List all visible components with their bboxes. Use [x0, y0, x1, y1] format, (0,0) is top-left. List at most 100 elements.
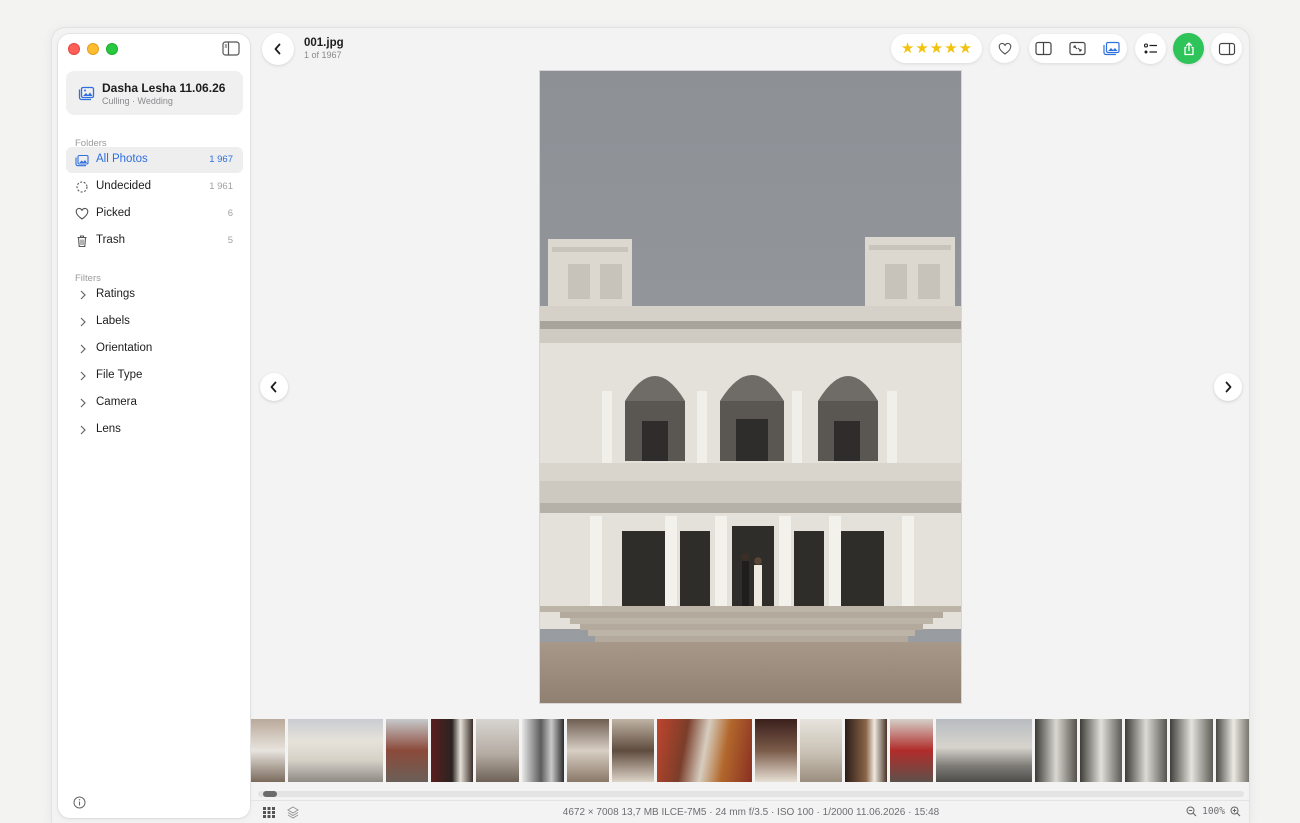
star-icon[interactable]: ★ — [901, 41, 914, 56]
filter-label: Ratings — [96, 288, 135, 300]
metadata-list-button[interactable] — [1135, 33, 1166, 64]
file-name: 001.jpg — [304, 37, 344, 49]
sidebar-item-count: 1 961 — [209, 181, 233, 192]
project-subtitle: Culling · Wedding — [102, 96, 173, 106]
inspector-toggle-button[interactable] — [1211, 33, 1242, 64]
next-photo-button[interactable] — [1214, 373, 1242, 401]
sidebar-item-label: Undecided — [96, 180, 151, 192]
app-window: Dasha Lesha 11.06.26 Culling · Wedding F… — [51, 27, 1250, 823]
list-icon — [1143, 42, 1157, 53]
filmstrip-scrollbar[interactable] — [258, 791, 1244, 797]
chevron-right-icon — [80, 317, 86, 327]
chevron-right-icon — [80, 398, 86, 408]
photos-view-icon[interactable] — [1103, 41, 1120, 56]
main-photo[interactable] — [539, 70, 962, 704]
chevron-right-icon — [80, 344, 86, 354]
filter-orientation[interactable]: Orientation — [66, 336, 243, 362]
thumbnail[interactable] — [800, 719, 842, 782]
close-window-button[interactable] — [68, 43, 80, 55]
thumbnail[interactable] — [612, 719, 654, 782]
share-button[interactable] — [1173, 33, 1204, 64]
chevron-right-icon — [80, 425, 86, 435]
chevron-left-icon — [274, 43, 281, 55]
zoom-window-button[interactable] — [106, 43, 118, 55]
photos-icon — [78, 86, 95, 101]
share-icon — [1183, 41, 1194, 55]
compare-view-icon[interactable] — [1035, 41, 1052, 56]
photos-icon — [75, 154, 89, 167]
star-icon[interactable]: ★ — [944, 41, 957, 56]
sidebar-item-count: 6 — [227, 208, 233, 219]
sidebar: Dasha Lesha 11.06.26 Culling · Wedding F… — [58, 34, 250, 818]
filter-file-type[interactable]: File Type — [66, 363, 243, 389]
sidebar-item-all-photos[interactable]: All Photos 1 967 — [66, 147, 243, 173]
sidebar-item-label: All Photos — [96, 153, 148, 165]
star-icon[interactable]: ★ — [959, 41, 972, 56]
sidebar-item-count: 5 — [227, 235, 233, 246]
sidebar-item-trash[interactable]: Trash 5 — [66, 228, 243, 254]
status-bar: 4672 × 7008 13,7 MB ILCE-7M5 · 24 mm f/3… — [251, 800, 1249, 823]
filter-camera[interactable]: Camera — [66, 390, 243, 416]
chevron-left-icon — [270, 381, 277, 393]
building-photo — [540, 71, 961, 703]
chevron-right-icon — [1225, 381, 1232, 393]
thumbnail[interactable] — [1035, 719, 1077, 782]
thumbnail[interactable] — [657, 719, 752, 782]
sidebar-toggle-icon[interactable] — [222, 41, 240, 56]
sidebar-item-undecided[interactable]: Undecided 1 961 — [66, 174, 243, 200]
thumbnail[interactable] — [476, 719, 519, 782]
window-controls — [68, 43, 118, 55]
filter-lens[interactable]: Lens — [66, 417, 243, 443]
star-icon[interactable]: ★ — [915, 41, 928, 56]
thumbnail[interactable] — [251, 719, 285, 782]
thumbnail[interactable] — [1170, 719, 1213, 782]
view-mode-group — [1029, 34, 1127, 63]
filter-label: Lens — [96, 423, 121, 435]
trash-icon — [77, 235, 87, 248]
thumbnail[interactable] — [1080, 719, 1122, 782]
previous-photo-button[interactable] — [260, 373, 288, 401]
thumbnail[interactable] — [936, 719, 1032, 782]
sidebar-item-label: Picked — [96, 207, 131, 219]
heart-icon — [75, 207, 89, 220]
thumbnail[interactable] — [890, 719, 933, 782]
zoom-level: 100% — [1202, 806, 1225, 817]
zoom-control: 100% — [1186, 806, 1241, 817]
sidebar-item-count: 1 967 — [209, 154, 233, 165]
sidebar-right-icon — [1218, 42, 1235, 55]
sidebar-item-label: Trash — [96, 234, 125, 246]
star-icon[interactable]: ★ — [930, 41, 943, 56]
thumbnail[interactable] — [845, 719, 887, 782]
back-button[interactable] — [262, 33, 294, 65]
fit-view-icon[interactable] — [1069, 41, 1086, 56]
filter-label: Labels — [96, 315, 130, 327]
filmstrip — [251, 719, 1249, 783]
thumbnail[interactable] — [1216, 719, 1249, 782]
thumbnail[interactable] — [1125, 719, 1167, 782]
rating-stars[interactable]: ★ ★ ★ ★ ★ — [891, 34, 982, 63]
chevron-right-icon — [80, 371, 86, 381]
filter-ratings[interactable]: Ratings — [66, 282, 243, 308]
zoom-in-icon[interactable] — [1230, 806, 1241, 817]
thumbnail[interactable] — [288, 719, 383, 782]
info-icon[interactable] — [73, 796, 86, 809]
thumbnail[interactable] — [431, 719, 473, 782]
minimize-window-button[interactable] — [87, 43, 99, 55]
pick-button[interactable] — [990, 34, 1019, 63]
scrollbar-thumb[interactable] — [263, 791, 277, 797]
filter-label: Camera — [96, 396, 137, 408]
filter-label: File Type — [96, 369, 143, 381]
project-card[interactable]: Dasha Lesha 11.06.26 Culling · Wedding — [66, 71, 243, 115]
thumbnail[interactable] — [386, 719, 428, 782]
thumbnail[interactable] — [567, 719, 609, 782]
chevron-right-icon — [80, 290, 86, 300]
heart-icon — [998, 42, 1011, 55]
filter-labels[interactable]: Labels — [66, 309, 243, 335]
filter-label: Orientation — [96, 342, 153, 354]
project-title: Dasha Lesha 11.06.26 — [102, 81, 226, 95]
thumbnail[interactable] — [755, 719, 797, 782]
thumbnail[interactable] — [522, 719, 564, 782]
dashed-circle-icon — [76, 181, 88, 193]
zoom-out-icon[interactable] — [1186, 806, 1197, 817]
sidebar-item-picked[interactable]: Picked 6 — [66, 201, 243, 227]
